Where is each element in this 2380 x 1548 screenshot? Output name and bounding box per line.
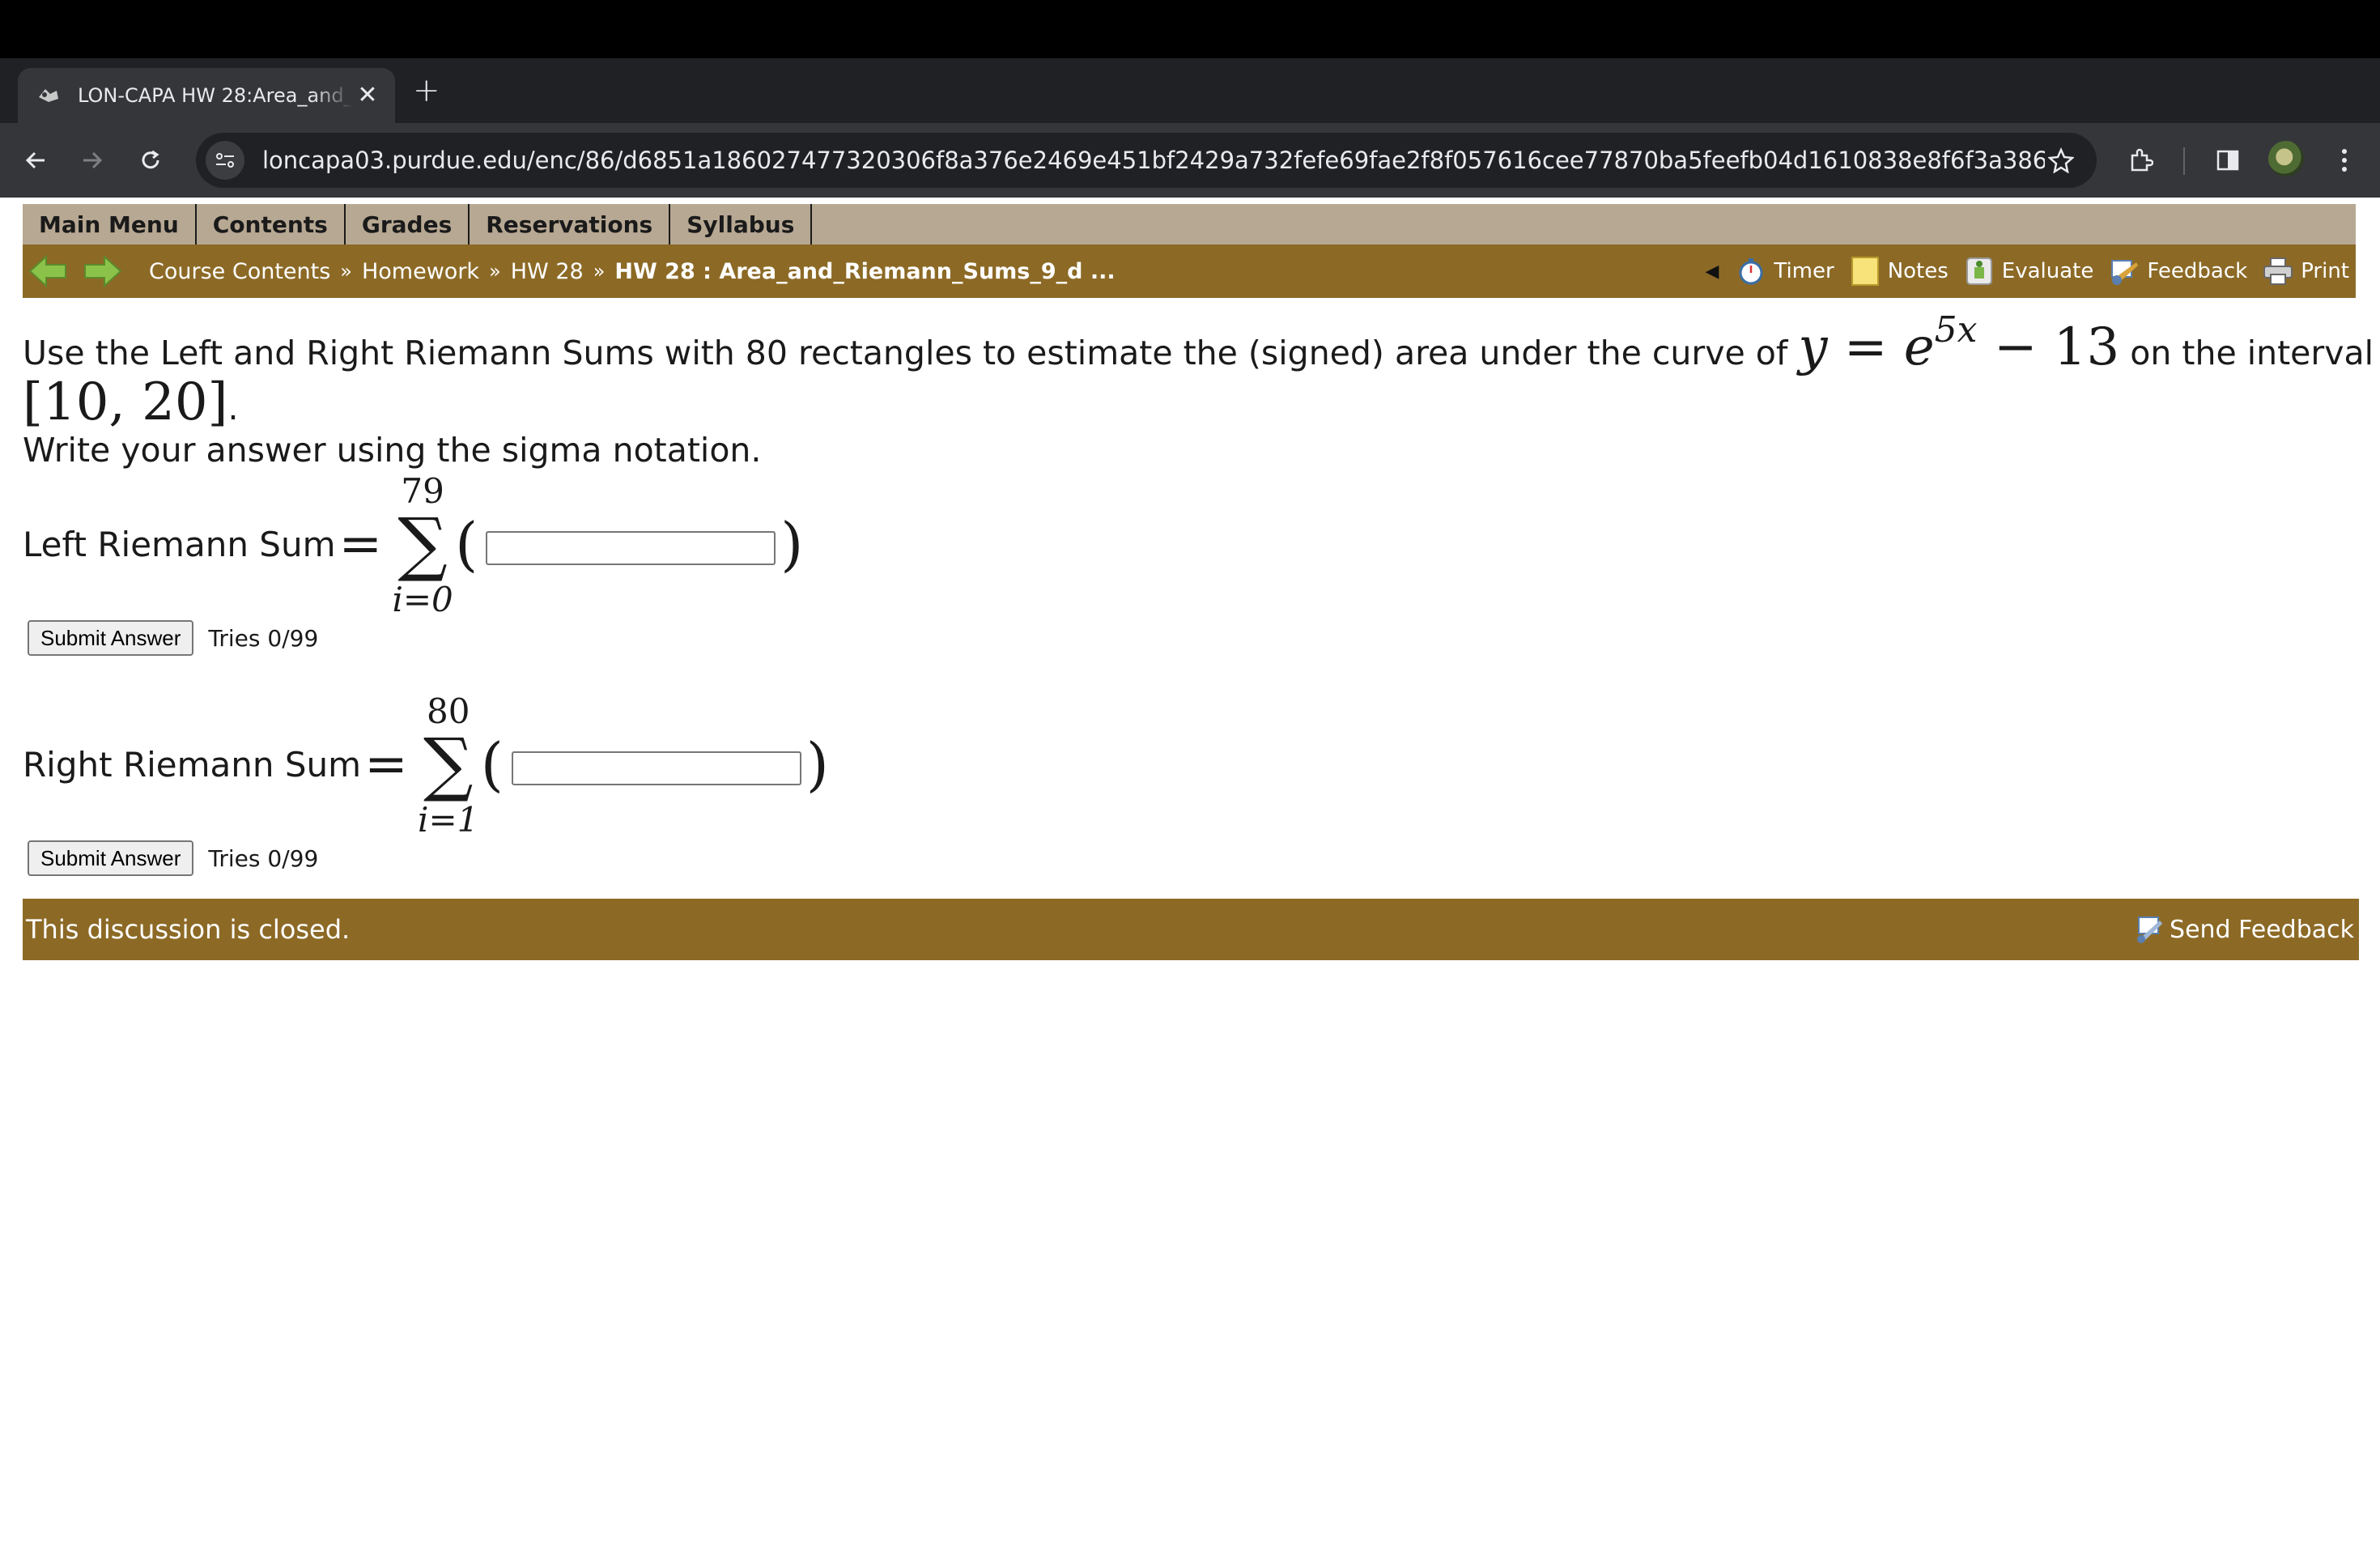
browser-tab[interactable]: LON-CAPA HW 28:Area_and_Riemann_Sums_9_d… xyxy=(18,68,395,123)
close-tab-icon[interactable]: ✕ xyxy=(353,81,382,110)
previous-arrow-icon[interactable] xyxy=(26,251,71,291)
tab-title: LON-CAPA HW 28:Area_and_Riemann_Sums_9_d xyxy=(78,84,353,107)
breadcrumb-hw-28[interactable]: HW 28 xyxy=(511,259,584,284)
more-menu-icon[interactable] xyxy=(2325,141,2364,180)
interval-value: [10, 20] xyxy=(23,372,228,432)
back-arrow-icon[interactable] xyxy=(16,141,55,180)
breadcrumb-current: HW 28 : Area_and_Riemann_Sums_9_d ... xyxy=(614,258,1116,284)
menu-item-contents[interactable]: Contents xyxy=(197,204,346,245)
notes-label: Notes xyxy=(1887,259,1949,283)
feedback-icon xyxy=(2108,255,2140,287)
left-tries-count: Tries 0/99 xyxy=(208,624,319,652)
left-sum-label: Left Riemann Sum xyxy=(23,524,336,564)
left-sum-input[interactable] xyxy=(486,531,776,565)
send-feedback-link[interactable]: Send Feedback xyxy=(2134,914,2354,945)
feedback-tool[interactable]: Feedback xyxy=(2108,255,2247,287)
url-text[interactable]: loncapa03.purdue.edu/enc/86/d6851a186027… xyxy=(262,147,2045,174)
right-sigma-lower: i=1 xyxy=(418,800,479,840)
left-close-paren: ) xyxy=(780,510,804,578)
question-intro: Use the Left and Right Riemann Sums with… xyxy=(23,334,1788,372)
left-sigma: 79 ∑ i=0 xyxy=(390,471,455,619)
interval-prefix: on the interval of xyxy=(2130,334,2380,372)
right-open-paren: ( xyxy=(480,730,504,798)
profile-avatar[interactable] xyxy=(2268,141,2304,176)
side-panel-icon[interactable] xyxy=(2208,141,2247,180)
stopwatch-icon xyxy=(1735,255,1767,287)
send-feedback-icon xyxy=(2134,914,2165,945)
notes-icon xyxy=(1849,255,1881,287)
send-feedback-label: Send Feedback xyxy=(2170,915,2354,944)
screen-top-bar xyxy=(0,0,2380,58)
breadcrumb-homework[interactable]: Homework xyxy=(362,259,479,284)
evaluate-icon xyxy=(1963,255,1995,287)
resource-nav-bar: Course Contents » Homework » HW 28 » HW … xyxy=(23,245,2356,298)
new-tab-button[interactable]: + xyxy=(413,74,440,107)
reload-icon[interactable] xyxy=(131,141,170,180)
left-submit-button[interactable]: Submit Answer xyxy=(28,620,194,656)
left-open-paren: ( xyxy=(455,510,478,578)
breadcrumb-separator: » xyxy=(489,260,501,283)
right-submit-row: Submit Answer Tries 0/99 xyxy=(28,840,318,876)
left-submit-row: Submit Answer Tries 0/99 xyxy=(28,620,318,656)
forward-arrow-icon[interactable] xyxy=(73,141,112,180)
discussion-footer: This discussion is closed. Send Feedback xyxy=(23,899,2359,960)
menu-item-reservations[interactable]: Reservations xyxy=(470,204,671,245)
breadcrumb-separator: » xyxy=(593,260,606,283)
menu-item-grades[interactable]: Grades xyxy=(346,204,470,245)
browser-tab-strip: LON-CAPA HW 28:Area_and_Riemann_Sums_9_d… xyxy=(0,58,2380,168)
timer-tool[interactable]: Timer xyxy=(1735,255,1834,287)
browser-toolbar: loncapa03.purdue.edu/enc/86/d6851a186027… xyxy=(0,123,2380,198)
breadcrumb-course-contents[interactable]: Course Contents xyxy=(149,259,330,284)
right-sum-row: Right Riemann Sum = 80 ∑ i=1 ( ) xyxy=(23,691,829,840)
print-tool[interactable]: Print xyxy=(2262,255,2349,287)
timer-label: Timer xyxy=(1774,259,1834,283)
sigma-icon: ∑ xyxy=(423,724,474,805)
instruction-text: Write your answer using the sigma notati… xyxy=(23,431,762,470)
interval-period: . xyxy=(227,389,239,427)
interval-line: [10, 20]. xyxy=(23,376,2362,429)
discussion-closed-text: This discussion is closed. xyxy=(26,914,351,945)
printer-icon xyxy=(2262,255,2294,287)
menu-item-main-menu[interactable]: Main Menu xyxy=(23,204,197,245)
left-sigma-lower: i=0 xyxy=(392,580,453,619)
bookmark-star-icon[interactable] xyxy=(2045,144,2077,176)
print-label: Print xyxy=(2301,259,2349,283)
left-sum-equals: = xyxy=(338,514,383,574)
main-menu-bar: Main Menu Contents Grades Reservations S… xyxy=(23,204,2356,245)
notes-tool[interactable]: Notes xyxy=(1849,255,1949,287)
next-arrow-icon[interactable] xyxy=(79,251,125,291)
feedback-label: Feedback xyxy=(2147,259,2248,283)
right-tries-count: Tries 0/99 xyxy=(208,844,319,872)
right-submit-button[interactable]: Submit Answer xyxy=(28,840,194,876)
evaluate-label: Evaluate xyxy=(2001,259,2094,283)
right-sum-equals: = xyxy=(364,734,408,794)
breadcrumb: Course Contents » Homework » HW 28 » HW … xyxy=(149,259,1116,284)
right-sum-input[interactable] xyxy=(511,751,801,785)
question-text: Use the Left and Right Riemann Sums with… xyxy=(23,308,2380,377)
left-sum-row: Left Riemann Sum = 79 ∑ i=0 ( ) xyxy=(23,471,804,619)
toolbar-divider xyxy=(2183,147,2185,175)
nav-tools: ◀ Timer Notes Evaluate Feedback Print xyxy=(1705,245,2349,298)
site-info-icon[interactable] xyxy=(206,141,244,180)
problem-statement: Use the Left and Right Riemann Sums with… xyxy=(23,308,2380,471)
address-bar[interactable]: loncapa03.purdue.edu/enc/86/d6851a186027… xyxy=(196,133,2097,188)
loncapa-favicon-icon xyxy=(37,84,60,107)
right-close-paren: ) xyxy=(805,730,829,798)
evaluate-tool[interactable]: Evaluate xyxy=(1963,255,2094,287)
menu-item-syllabus[interactable]: Syllabus xyxy=(670,204,813,245)
sigma-icon: ∑ xyxy=(397,504,448,585)
extensions-icon[interactable] xyxy=(2121,141,2160,180)
function-equation: y = e5x − 13 xyxy=(1798,309,2120,377)
right-sum-label: Right Riemann Sum xyxy=(23,744,362,785)
breadcrumb-separator: » xyxy=(340,260,352,283)
right-sigma: 80 ∑ i=1 xyxy=(416,691,481,840)
collapse-tools-icon[interactable]: ◀ xyxy=(1705,262,1719,282)
